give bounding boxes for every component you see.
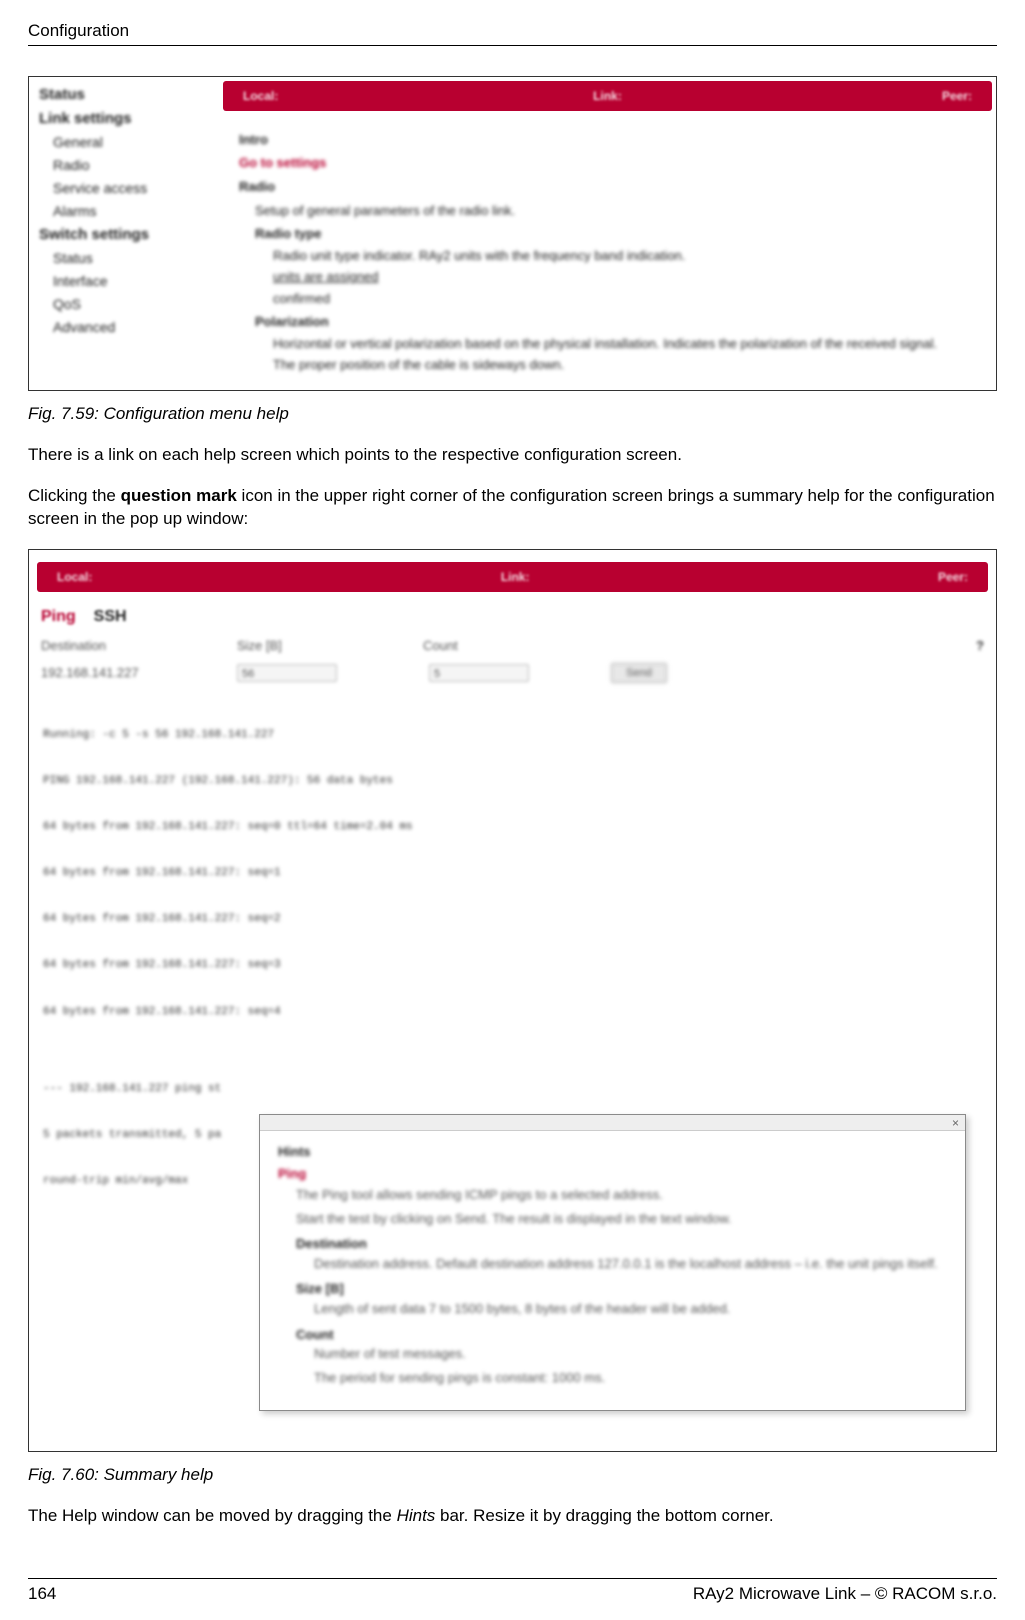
- fig2-status-bar: Local: Link: Peer:: [37, 562, 988, 592]
- nav-status[interactable]: Status: [33, 83, 215, 107]
- fig1-link-label: Link:: [479, 88, 735, 104]
- header-divider: [28, 45, 997, 46]
- para2-a: Clicking the: [28, 486, 121, 505]
- fig1-rt-t: Radio unit type indicator. RAy2 units wi…: [273, 247, 976, 265]
- nav-sw-interface[interactable]: Interface: [33, 270, 215, 293]
- para2-b: question mark: [121, 486, 237, 505]
- popup-size-t: Length of sent data 7 to 1500 bytes, 8 b…: [314, 1300, 947, 1318]
- hints-popup: × Hints Ping The Ping tool allows sendin…: [259, 1114, 966, 1411]
- nav-general[interactable]: General: [33, 131, 215, 154]
- fig1-goto-link[interactable]: Go to settings: [239, 154, 976, 172]
- nav-alarms[interactable]: Alarms: [33, 200, 215, 223]
- paragraph-2: Clicking the question mark icon in the u…: [28, 485, 997, 531]
- popup-ping-t2: Start the test by clicking on Send. The …: [296, 1210, 947, 1228]
- help-icon[interactable]: ?: [609, 637, 984, 655]
- popup-dest-h: Destination: [296, 1235, 947, 1253]
- nav-service-access[interactable]: Service access: [33, 177, 215, 200]
- fig1-radio-h: Radio: [239, 178, 976, 196]
- fig2-peer-label: Peer:: [918, 569, 988, 585]
- nav-sw-qos[interactable]: QoS: [33, 293, 215, 316]
- popup-count-h: Count: [296, 1326, 947, 1344]
- term-line: 64 bytes from 192.168.141.227: seq=4: [43, 1005, 982, 1020]
- nav-link-settings[interactable]: Link settings: [33, 107, 215, 131]
- popup-hints-label: Hints: [278, 1143, 947, 1161]
- term-line: 64 bytes from 192.168.141.227: seq=1: [43, 866, 982, 881]
- figure-caption-759: Fig. 7.59: Configuration menu help: [28, 403, 997, 426]
- dest-label: Destination: [41, 637, 211, 655]
- page-footer: 164 RAy2 Microwave Link – © RACOM s.r.o.: [28, 1583, 997, 1606]
- popup-ping-h: Ping: [278, 1165, 947, 1183]
- term-line: PING 192.168.141.227 (192.168.141.227): …: [43, 774, 982, 789]
- page-header: Configuration: [28, 20, 997, 43]
- form-labels: Destination Size [B] Count ?: [29, 633, 996, 659]
- fig1-peer-label: Peer:: [736, 88, 992, 104]
- term-line: Running: -c 5 -s 56 192.168.141.227: [43, 728, 982, 743]
- popup-count-t1: Number of test messages.: [314, 1345, 947, 1363]
- para3-c: bar. Resize it by dragging the bottom co…: [435, 1506, 773, 1525]
- para3-a: The Help window can be moved by dragging…: [28, 1506, 397, 1525]
- page-number: 164: [28, 1583, 56, 1606]
- fig1-sidebar: Status Link settings General Radio Servi…: [29, 77, 219, 390]
- fig1-rt-u: units are assigned: [273, 268, 976, 286]
- popup-count-t2: The period for sending pings is constant…: [314, 1369, 947, 1387]
- term-line: 64 bytes from 192.168.141.227: seq=3: [43, 958, 982, 973]
- fig1-pol-h: Polarization: [255, 313, 976, 331]
- nav-switch-settings[interactable]: Switch settings: [33, 223, 215, 247]
- dest-value: 192.168.141.227: [41, 664, 211, 682]
- fig1-radio-t: Setup of general parameters of the radio…: [255, 202, 976, 220]
- fig1-local-label: Local:: [223, 88, 479, 104]
- term-line: 64 bytes from 192.168.141.227: seq=2: [43, 912, 982, 927]
- fig1-rt-h: Radio type: [255, 225, 976, 243]
- footer-divider: [28, 1578, 997, 1579]
- term-line: --- 192.168.141.227 ping st: [43, 1082, 982, 1097]
- para3-b: Hints: [397, 1506, 436, 1525]
- popup-size-h: Size [B]: [296, 1280, 947, 1298]
- figure-config-menu-help: Status Link settings General Radio Servi…: [28, 76, 997, 391]
- tab-ping[interactable]: Ping: [41, 606, 76, 628]
- footer-right: RAy2 Microwave Link – © RACOM s.r.o.: [693, 1583, 997, 1606]
- fig2-link-label: Link:: [481, 569, 550, 585]
- popup-ping-t1: The Ping tool allows sending ICMP pings …: [296, 1186, 947, 1204]
- fig1-status-bar: Local: Link: Peer:: [223, 81, 992, 111]
- figure-caption-760: Fig. 7.60: Summary help: [28, 1464, 997, 1487]
- figure-summary-help: Local: Link: Peer: Ping SSH Destination …: [28, 549, 997, 1452]
- fig1-pol-t2: The proper position of the cable is side…: [273, 356, 976, 374]
- paragraph-3: The Help window can be moved by dragging…: [28, 1505, 997, 1528]
- paragraph-1: There is a link on each help screen whic…: [28, 444, 997, 467]
- close-icon[interactable]: ×: [952, 1115, 959, 1131]
- form-inputs: 192.168.141.227 56 5 Send: [29, 659, 996, 687]
- fig1-rt-c: confirmed: [273, 290, 976, 308]
- count-label: Count: [423, 637, 583, 655]
- count-input[interactable]: 5: [429, 664, 529, 682]
- fig1-pol-t1: Horizontal or vertical polarization base…: [273, 335, 976, 353]
- popup-dest-t: Destination address. Default destination…: [314, 1255, 947, 1273]
- size-input[interactable]: 56: [237, 664, 337, 682]
- nav-sw-advanced[interactable]: Advanced: [33, 316, 215, 339]
- fig1-intro: Intro: [239, 131, 976, 149]
- fig2-local-label: Local:: [37, 569, 112, 585]
- hints-titlebar[interactable]: ×: [260, 1115, 965, 1131]
- size-label: Size [B]: [237, 637, 397, 655]
- nav-sw-status[interactable]: Status: [33, 247, 215, 270]
- term-line: 64 bytes from 192.168.141.227: seq=0 ttl…: [43, 820, 982, 835]
- tab-ssh[interactable]: SSH: [94, 606, 127, 628]
- send-button[interactable]: Send: [611, 663, 667, 683]
- nav-radio[interactable]: Radio: [33, 154, 215, 177]
